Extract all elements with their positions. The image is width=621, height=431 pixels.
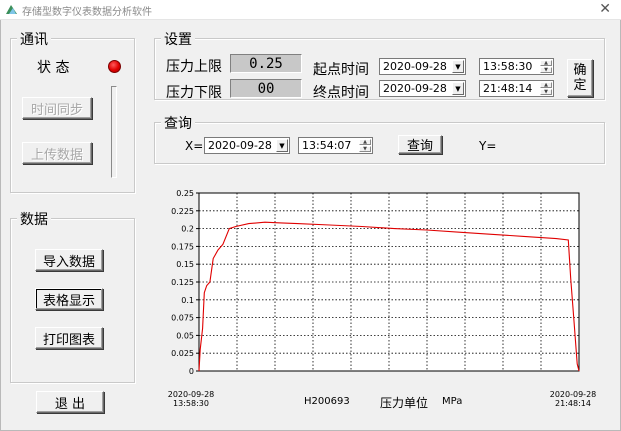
chart-area: 0.25 0.225 0.2 0.175 0.15 0.125 0.1 0.075 0.05 0.… <box>161 187 601 417</box>
data-legend: 数据 <box>17 209 51 229</box>
end-time-label: 终点时间 <box>313 85 369 101</box>
unit-label: 压力单位 <box>380 396 429 410</box>
y-tick-label: 0.1 <box>181 296 194 305</box>
start-time-label: 起点时间 <box>313 62 369 78</box>
end-date-value: 2020-09-28 <box>383 82 447 95</box>
status-indicator <box>108 60 121 73</box>
import-data-button[interactable]: 导入数据 <box>35 249 103 271</box>
upper-limit-value: 0.25 <box>230 54 302 73</box>
lower-limit-value: 00 <box>230 79 302 98</box>
spin-buttons[interactable]: ▲ ▼ <box>540 82 552 95</box>
spin-down-icon[interactable]: ▼ <box>540 89 552 95</box>
status-label: 状 态 <box>37 60 70 76</box>
y-tick-label: 0.075 <box>171 314 194 323</box>
spin-down-icon[interactable]: ▼ <box>359 146 371 152</box>
query-time-spin[interactable]: 13:54:07 ▲ ▼ <box>298 137 373 154</box>
y-tick-label: 0.05 <box>176 331 194 340</box>
lower-limit-label: 压力下限 <box>166 85 222 101</box>
comm-legend: 通讯 <box>17 29 51 49</box>
table-display-button[interactable]: 表格显示 <box>35 288 103 310</box>
slider-track[interactable] <box>111 86 117 178</box>
exit-button[interactable]: 退 出 <box>36 391 104 413</box>
y-tick-label: 0.025 <box>171 349 194 358</box>
chevron-down-icon[interactable]: ▼ <box>452 60 464 73</box>
upper-limit-label: 压力上限 <box>166 59 222 75</box>
x-start-date: 2020-09-28 <box>167 390 215 399</box>
end-time-spin[interactable]: 21:48:14 ▲ ▼ <box>479 80 554 97</box>
y-label: Y= <box>479 139 497 153</box>
spin-down-icon[interactable]: ▼ <box>540 67 552 73</box>
main-window: 通讯 状 态 时间同步 上传数据 数据 导入数据 表格显示 打印图表 退 出 设… <box>0 20 621 431</box>
spin-up-icon[interactable]: ▲ <box>359 139 371 145</box>
start-time-spin[interactable]: 13:58:30 ▲ ▼ <box>479 58 554 75</box>
y-tick-label: 0.15 <box>176 260 194 269</box>
pressure-chart: 0.25 0.225 0.2 0.175 0.15 0.125 0.1 0.075 0.05 0.… <box>171 189 580 376</box>
y-tick-label: 0.25 <box>176 189 194 198</box>
settings-legend: 设置 <box>161 29 195 49</box>
x-start-label: 2020-09-28 13:58:30 <box>166 390 216 408</box>
close-icon[interactable]: ✕ <box>599 1 611 17</box>
x-end-time: 21:48:14 <box>555 399 591 408</box>
confirm-button[interactable]: 确 定 <box>567 59 593 97</box>
spin-buttons[interactable]: ▲ ▼ <box>540 60 552 73</box>
start-time-value: 13:58:30 <box>483 60 533 73</box>
x-start-time: 13:58:30 <box>173 399 209 408</box>
query-legend: 查询 <box>161 113 195 133</box>
y-tick-label: 0.2 <box>181 225 194 234</box>
start-date-combo[interactable]: 2020-09-28 ▼ <box>379 58 466 75</box>
print-chart-button[interactable]: 打印图表 <box>35 327 103 349</box>
query-date-combo[interactable]: 2020-09-28 ▼ <box>204 137 290 154</box>
query-button[interactable]: 查询 <box>398 135 442 154</box>
y-tick-label: 0.225 <box>171 207 194 216</box>
window-title: 存储型数字仪表数据分析软件 <box>22 7 152 18</box>
query-date-value: 2020-09-28 <box>208 139 272 152</box>
query-time-value: 13:54:07 <box>302 139 352 152</box>
confirm-label: 确 定 <box>573 63 587 93</box>
unit-value: MPa <box>442 396 463 407</box>
x-end-date: 2020-09-28 <box>549 390 597 399</box>
chevron-down-icon[interactable]: ▼ <box>452 82 464 95</box>
x-label: X= <box>185 139 204 153</box>
end-time-value: 21:48:14 <box>483 82 533 95</box>
end-date-combo[interactable]: 2020-09-28 ▼ <box>379 80 466 97</box>
title-bar: 存储型数字仪表数据分析软件 ✕ <box>0 0 621 20</box>
spin-up-icon[interactable]: ▲ <box>540 82 552 88</box>
y-tick-label: 0.125 <box>171 278 194 287</box>
y-tick-label: 0.175 <box>171 242 194 251</box>
device-id: H200693 <box>304 396 350 407</box>
chevron-down-icon[interactable]: ▼ <box>276 139 288 152</box>
x-end-label: 2020-09-28 21:48:14 <box>548 390 598 408</box>
start-date-value: 2020-09-28 <box>383 60 447 73</box>
app-icon <box>6 5 17 14</box>
spin-buttons[interactable]: ▲ ▼ <box>359 139 371 152</box>
spin-up-icon[interactable]: ▲ <box>540 60 552 66</box>
y-tick-label: 0 <box>189 367 194 376</box>
time-sync-button[interactable]: 时间同步 <box>22 97 92 119</box>
upload-data-button[interactable]: 上传数据 <box>22 142 92 164</box>
